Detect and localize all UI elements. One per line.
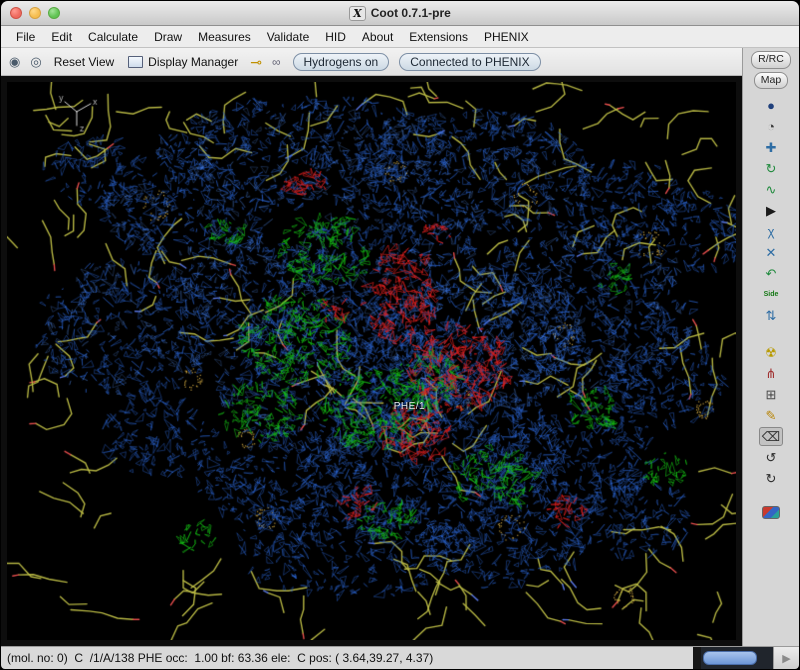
horizontal-scrollbar[interactable] [701, 647, 773, 669]
menu-edit[interactable]: Edit [44, 29, 79, 45]
sphere-refine-icon[interactable]: ● [759, 96, 783, 115]
edit-chi-angles-icon[interactable]: χ [759, 222, 783, 241]
hydrogens-toggle-button[interactable]: Hydrogens on [293, 53, 390, 71]
status-bar-text: (mol. no: 0) C /1/A/138 PHE occ: 1.00 bf… [1, 647, 693, 669]
image-icon[interactable] [762, 506, 780, 519]
menu-validate[interactable]: Validate [260, 29, 316, 45]
map-button[interactable]: Map [754, 72, 788, 90]
menu-hid[interactable]: HID [318, 29, 353, 45]
menu-extensions[interactable]: Extensions [402, 29, 475, 45]
coot-window: XCoot 0.7.1-pre File Edit Calculate Draw… [0, 0, 800, 670]
rigid-body-fit-icon[interactable]: ✚ [759, 138, 783, 157]
display-manager-button[interactable]: Display Manager [124, 54, 242, 70]
jed-flip-icon[interactable]: ⇅ [759, 306, 783, 325]
torsion-general-icon[interactable]: ✕ [759, 243, 783, 262]
menu-about[interactable]: About [355, 29, 400, 45]
right-icon-column: ● ◔ ✚ ↻ ∿ ▶ χ ✕ ↶ Side ⇅ ☢ ⋔ ⊞ ✎ ⌫ ↺ ↻ [759, 96, 783, 519]
menu-calculate[interactable]: Calculate [81, 29, 145, 45]
x11-icon: X [349, 6, 366, 21]
molecular-canvas[interactable] [7, 82, 736, 640]
place-atom-icon[interactable]: ✎ [759, 406, 783, 425]
display-manager-label: Display Manager [148, 55, 238, 69]
reset-view-button[interactable]: Reset View [50, 54, 118, 70]
mutate-autofit-icon[interactable]: ☢ [759, 343, 783, 362]
window-title: XCoot 0.7.1-pre [1, 6, 799, 20]
scrollbar-thumb[interactable] [703, 651, 757, 665]
menu-draw[interactable]: Draw [147, 29, 189, 45]
auto-fit-rotamer-icon[interactable]: ∿ [759, 180, 783, 199]
side-chain-180-icon[interactable]: Side [759, 285, 783, 304]
tandem-refine-icon[interactable]: ◔ [759, 117, 783, 136]
monitor-icon [128, 56, 143, 68]
scroll-right-button[interactable]: ▶ [773, 647, 799, 669]
refine-regularize-control-button[interactable]: R/RC [751, 51, 791, 69]
menu-file[interactable]: File [9, 29, 42, 45]
rotate-translate-zone-icon[interactable]: ↻ [759, 159, 783, 178]
rotamers-icon[interactable]: ▶ [759, 201, 783, 220]
flip-peptide-icon[interactable]: ↶ [759, 264, 783, 283]
undo-icon[interactable]: ↺ [759, 448, 783, 467]
menu-phenix[interactable]: PHENIX [477, 29, 536, 45]
residue-label: PHE/1 [394, 401, 425, 412]
orb-icon-2[interactable]: ◎ [28, 54, 43, 69]
status-gap [693, 647, 701, 669]
delete-item-icon[interactable]: ⌫ [759, 427, 783, 446]
go-to-atom-icon[interactable]: ∞ [270, 55, 283, 69]
menu-measures[interactable]: Measures [191, 29, 258, 45]
go-to-ligand-icon[interactable]: ⊸ [248, 54, 264, 70]
title-bar[interactable]: XCoot 0.7.1-pre [1, 1, 799, 26]
viewport-area: PHE/1 [1, 76, 742, 646]
orb-icon-1[interactable]: ◉ [7, 54, 22, 69]
phenix-connection-button[interactable]: Connected to PHENIX [399, 53, 540, 71]
right-panel: R/RC Map ● ◔ ✚ ↻ ∿ ▶ χ ✕ ↶ Side ⇅ ☢ ⋔ ⊞ ✎ ⌫ ↺ ↻ [742, 48, 799, 646]
menu-bar: File Edit Calculate Draw Measures Valida… [1, 26, 799, 48]
status-row: (mol. no: 0) C /1/A/138 PHE occ: 1.00 bf… [1, 646, 799, 669]
add-alt-conf-icon[interactable]: ⋔ [759, 364, 783, 383]
redo-icon[interactable]: ↻ [759, 469, 783, 488]
main-toolbar: ◉ ◎ Reset View Display Manager ⊸ ∞ Hydro… [1, 48, 742, 76]
add-terminal-residue-icon[interactable]: ⊞ [759, 385, 783, 404]
reset-view-label: Reset View [54, 55, 114, 69]
